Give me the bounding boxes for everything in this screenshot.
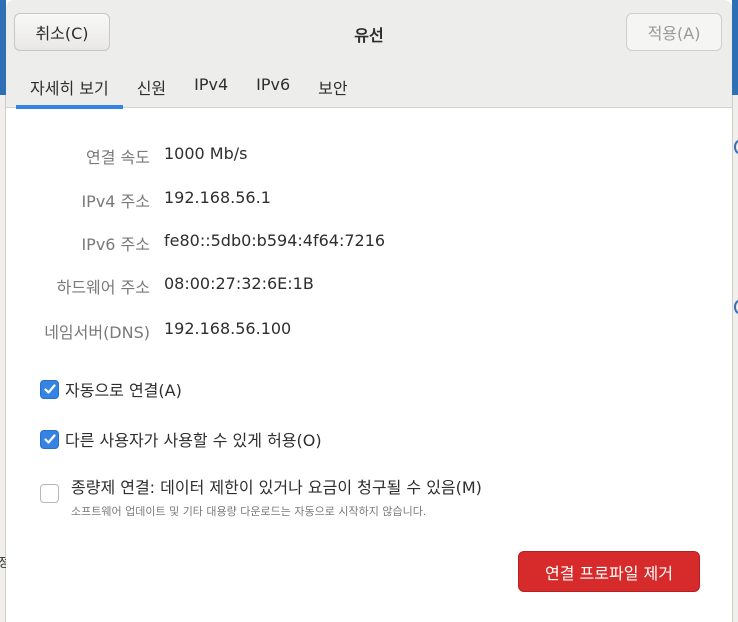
background-window-right-highlight bbox=[732, 0, 738, 95]
background-arc-icon bbox=[734, 300, 738, 314]
tab-bar: 자세히 보기 신원 IPv4 IPv6 보안 bbox=[6, 66, 732, 109]
tab-identity[interactable]: 신원 bbox=[123, 66, 180, 108]
checkmark-icon bbox=[43, 434, 56, 444]
remove-connection-profile-button[interactable]: 연결 프로파일 제거 bbox=[518, 551, 700, 592]
detail-value: 192.168.56.1 bbox=[164, 188, 271, 207]
all-users-label: 다른 사용자가 사용할 수 있게 허용(O) bbox=[65, 431, 322, 450]
metered-connection-label: 종량제 연결: 데이터 제한이 있거나 요금이 청구될 수 있음(M) bbox=[71, 478, 482, 497]
auto-connect-checkbox[interactable] bbox=[40, 379, 59, 399]
detail-value: fe80::5db0:b594:4f64:7216 bbox=[164, 231, 386, 250]
auto-connect-label: 자동으로 연결(A) bbox=[65, 381, 182, 400]
background-arc-icon bbox=[734, 140, 738, 154]
tab-details[interactable]: 자세히 보기 bbox=[16, 66, 123, 109]
detail-value: 08:00:27:32:6E:1B bbox=[164, 274, 314, 293]
auto-connect-option[interactable]: 자동으로 연결(A) bbox=[40, 377, 182, 401]
dialog-header: 취소(C) 유선 적용(A) bbox=[6, 0, 732, 66]
detail-value: 1000 Mb/s bbox=[164, 144, 248, 163]
tab-ipv4[interactable]: IPv4 bbox=[180, 66, 242, 108]
tab-ipv6[interactable]: IPv6 bbox=[242, 66, 304, 108]
detail-label: 네임서버(DNS) bbox=[44, 323, 150, 342]
detail-label: IPv6 주소 bbox=[81, 235, 150, 254]
metered-connection-description: 소프트웨어 업데이트 및 기타 대용량 다운로드는 자동으로 시작하지 않습니다… bbox=[71, 505, 427, 518]
checkmark-icon bbox=[43, 384, 56, 394]
metered-connection-checkbox[interactable] bbox=[40, 484, 59, 503]
all-users-option[interactable]: 다른 사용자가 사용할 수 있게 허용(O) bbox=[40, 427, 322, 451]
all-users-checkbox[interactable] bbox=[40, 429, 59, 449]
detail-label: 연결 속도 bbox=[86, 148, 150, 167]
apply-button[interactable]: 적용(A) bbox=[626, 13, 722, 51]
tab-security[interactable]: 보안 bbox=[304, 66, 361, 108]
dialog-title: 유선 bbox=[354, 26, 384, 45]
detail-value: 192.168.56.100 bbox=[164, 319, 292, 338]
detail-label: 하드웨어 주소 bbox=[56, 278, 150, 297]
wired-settings-dialog: 취소(C) 유선 적용(A) 자세히 보기 신원 IPv4 IPv6 보안 연결… bbox=[6, 0, 732, 622]
detail-label: IPv4 주소 bbox=[81, 192, 150, 211]
metered-connection-option[interactable]: 종량제 연결: 데이터 제한이 있거나 요금이 청구될 수 있음(M) 소프트웨… bbox=[40, 474, 482, 519]
